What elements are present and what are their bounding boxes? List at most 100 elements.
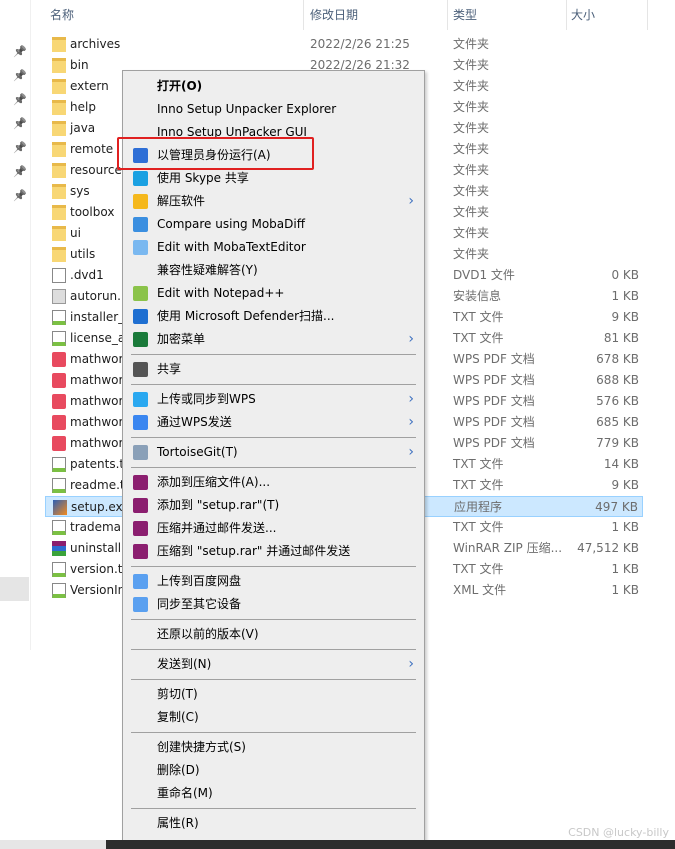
chevron-right-icon: › (408, 391, 414, 407)
menu-item[interactable]: 剪切(T) (123, 683, 424, 706)
rar-icon (52, 541, 66, 556)
column-divider[interactable] (647, 0, 648, 30)
menu-item[interactable]: Edit with MobaTextEditor (123, 236, 424, 259)
file-name: utils (70, 247, 96, 261)
column-header-date[interactable]: 修改日期 (310, 0, 358, 30)
sort-arrow-icon: ^ (168, 0, 177, 7)
menu-item[interactable]: 上传到百度网盘 (123, 570, 424, 593)
menu-item[interactable]: 创建快捷方式(S) (123, 736, 424, 759)
column-divider[interactable] (566, 0, 567, 30)
column-header-name[interactable]: 名称 (50, 0, 74, 30)
menu-item-label: Compare using MobaDiff (157, 217, 305, 231)
menu-item[interactable]: 添加到 "setup.rar"(T) (123, 494, 424, 517)
folder-icon (52, 79, 66, 94)
file-name: mathwor (70, 352, 124, 366)
file-name: tradema (70, 520, 122, 534)
nav-selected-item[interactable] (0, 577, 29, 601)
folder-icon (52, 58, 66, 73)
pdf-icon (52, 394, 66, 409)
winrar-icon (133, 498, 148, 513)
menu-item[interactable]: 添加到压缩文件(A)... (123, 471, 424, 494)
pin-icon[interactable]: 📌 (13, 46, 27, 58)
menu-separator (123, 563, 424, 570)
file-type: WPS PDF 文档 (453, 352, 535, 366)
menu-item-label: TortoiseGit(T) (157, 445, 238, 459)
menu-item[interactable]: 属性(R) (123, 812, 424, 835)
pdf-icon (52, 373, 66, 388)
share-icon (133, 362, 148, 377)
menu-item[interactable]: 使用 Microsoft Defender扫描... (123, 305, 424, 328)
file-type: TXT 文件 (453, 520, 504, 534)
pin-icon[interactable]: 📌 (13, 70, 27, 82)
file-name: .dvd1 (70, 268, 104, 282)
menu-item-label: 解压软件 (157, 194, 206, 208)
menu-item[interactable]: 通过WPS发送 › (123, 411, 424, 434)
file-date: 2022/2/26 21:25 (310, 37, 410, 51)
pin-icon[interactable]: 📌 (13, 142, 27, 154)
file-size: 1 KB (611, 562, 639, 576)
menu-item[interactable]: 压缩并通过邮件发送... (123, 517, 424, 540)
pin-icon[interactable]: 📌 (13, 94, 27, 106)
menu-item[interactable]: 打开(O) (123, 75, 424, 98)
menu-item[interactable]: 同步至其它设备 (123, 593, 424, 616)
file-size: 0 KB (611, 268, 639, 282)
file-type: 文件夹 (453, 100, 490, 114)
file-type: 文件夹 (453, 58, 490, 72)
file-row[interactable]: archives 2022/2/26 21:25 文件夹 (45, 34, 643, 55)
menu-item[interactable]: 兼容性疑难解答(Y) (123, 259, 424, 282)
mobadiff-icon (133, 217, 148, 232)
notepad-icon (133, 286, 148, 301)
pin-icon[interactable]: 📌 (13, 118, 27, 130)
menu-item[interactable]: 加密菜单 › (123, 328, 424, 351)
txt-icon (52, 562, 66, 577)
context-menu: 打开(O) Inno Setup Unpacker Explorer Inno Se… (122, 70, 425, 841)
tortoisegit-icon (133, 445, 148, 460)
menu-item[interactable]: Inno Setup Unpacker Explorer (123, 98, 424, 121)
file-size: 688 KB (596, 373, 639, 387)
folder-icon (52, 184, 66, 199)
menu-item[interactable]: 发送到(N) › (123, 653, 424, 676)
file-type: 文件夹 (453, 163, 490, 177)
menu-item[interactable]: 上传或同步到WPS › (123, 388, 424, 411)
menu-item[interactable]: 重命名(M) (123, 782, 424, 805)
menu-item[interactable]: 删除(D) (123, 759, 424, 782)
menu-item-label: 共享 (157, 362, 182, 376)
pin-icon[interactable]: 📌 (13, 166, 27, 178)
file-name: remote (70, 142, 114, 156)
menu-item[interactable]: 复制(C) (123, 706, 424, 729)
ini-icon (52, 289, 66, 304)
column-divider[interactable] (447, 0, 448, 30)
column-header-type[interactable]: 类型 (453, 0, 477, 30)
menu-item-label: 压缩并通过邮件发送... (157, 521, 277, 535)
menu-item[interactable]: TortoiseGit(T) › (123, 441, 424, 464)
chevron-right-icon: › (408, 656, 414, 672)
file-type: WinRAR ZIP 压缩... (453, 541, 563, 555)
txt-icon (52, 583, 66, 598)
file-name: uninstall. (70, 541, 125, 555)
folder-icon (52, 142, 66, 157)
menu-item[interactable]: 使用 Skype 共享 (123, 167, 424, 190)
menu-separator (123, 616, 424, 623)
menu-item[interactable]: 解压软件 › (123, 190, 424, 213)
pin-icon[interactable]: 📌 (13, 190, 27, 202)
file-type: 文件夹 (453, 121, 490, 135)
menu-item[interactable]: Compare using MobaDiff (123, 213, 424, 236)
menu-item[interactable]: 还原以前的版本(V) (123, 623, 424, 646)
column-header-size[interactable]: 大小 (571, 0, 595, 30)
pdf-icon (52, 415, 66, 430)
txt-icon (52, 520, 66, 535)
menu-item-label: 复制(C) (157, 710, 199, 724)
menu-item-label: 属性(R) (157, 816, 199, 830)
exe-icon (53, 500, 67, 515)
column-divider[interactable] (303, 0, 304, 30)
file-name: autorun.i (70, 289, 125, 303)
file-name: mathwor (70, 373, 124, 387)
menu-separator (123, 646, 424, 653)
menu-item[interactable]: Edit with Notepad++ (123, 282, 424, 305)
menu-item-label: 通过WPS发送 (157, 415, 232, 429)
file-type: TXT 文件 (453, 478, 504, 492)
file-type: 文件夹 (453, 184, 490, 198)
file-name: mathwor (70, 394, 124, 408)
menu-item[interactable]: 共享 (123, 358, 424, 381)
menu-item[interactable]: 压缩到 "setup.rar" 并通过邮件发送 (123, 540, 424, 563)
